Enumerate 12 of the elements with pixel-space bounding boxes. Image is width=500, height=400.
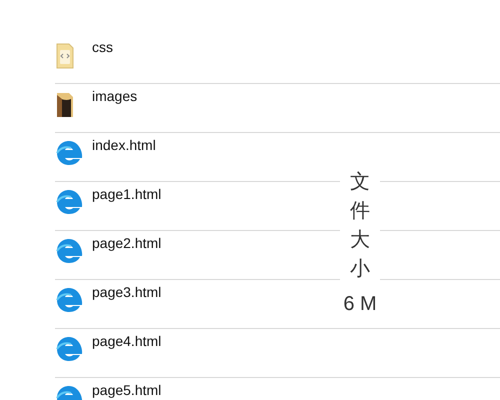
file-name[interactable]: index.html — [92, 137, 156, 154]
annotation-size: 6 M — [343, 292, 377, 317]
file-name[interactable]: css — [92, 39, 113, 56]
annotation-label: 文件大小 — [350, 168, 370, 282]
file-name[interactable]: page1.html — [92, 186, 162, 203]
file-name[interactable]: images — [92, 88, 138, 105]
picture-folder-icon — [55, 91, 75, 119]
code-folder-icon — [55, 42, 75, 70]
file-name[interactable]: page3.html — [92, 284, 162, 301]
file-name[interactable]: page5.html — [92, 382, 162, 399]
file-name[interactable]: page2.html — [92, 235, 162, 252]
file-name[interactable]: page4.html — [92, 333, 162, 350]
